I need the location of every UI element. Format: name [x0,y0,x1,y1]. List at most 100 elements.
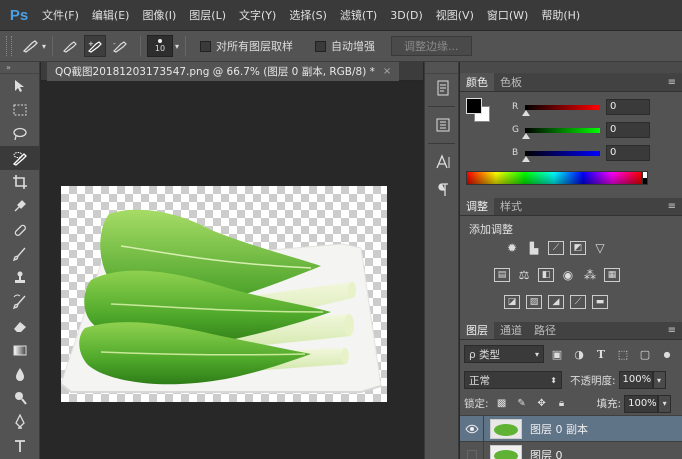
panel-menu-icon[interactable]: ≡ [668,325,676,336]
green-slider-thumb-icon[interactable] [522,133,530,139]
exposure-icon[interactable]: ◩ [570,241,586,255]
foreground-color-swatch[interactable] [466,98,482,114]
panel-menu-icon[interactable]: ≡ [668,77,676,88]
layer-name[interactable]: 图层 0 副本 [530,421,588,437]
menu-layer[interactable]: 图层(L) [189,7,226,23]
marquee-tool-icon[interactable] [0,98,40,122]
opacity-dropdown-icon[interactable]: ▾ [652,371,666,389]
green-slider[interactable] [525,127,600,133]
menu-help[interactable]: 帮助(H) [541,7,580,23]
menu-type[interactable]: 文字(Y) [239,7,276,23]
filter-shape-icon[interactable]: ⬚ [614,345,632,363]
visibility-toggle[interactable] [460,441,484,459]
layer-row[interactable]: 图层 0 副本 [460,415,682,442]
paragraph-panel-icon[interactable] [425,176,460,204]
menu-select[interactable]: 选择(S) [289,7,327,23]
channel-mixer-icon[interactable]: ⁂ [582,268,598,282]
tab-paths[interactable]: 路径 [528,321,562,339]
menu-edit[interactable]: 编辑(E) [92,7,130,23]
lock-transparent-icon[interactable]: ▩ [495,397,509,411]
quick-selection-tool-preset-icon[interactable]: ▾ [22,35,46,57]
black-white-icon[interactable]: ◧ [538,268,554,282]
menu-filter[interactable]: 滤镜(T) [340,7,377,23]
blur-tool-icon[interactable] [0,362,40,386]
refine-edge-button[interactable]: 调整边缘... [391,36,472,56]
gradient-tool-icon[interactable] [0,338,40,362]
selective-color-icon[interactable]: ⟋ [570,295,586,309]
move-tool-icon[interactable] [0,74,40,98]
options-grip[interactable] [6,36,12,56]
crop-tool-icon[interactable] [0,170,40,194]
blue-slider-thumb-icon[interactable] [522,156,530,162]
tab-adjustments[interactable]: 调整 [460,197,494,215]
history-brush-tool-icon[interactable] [0,290,40,314]
posterize-icon[interactable]: ▨ [526,295,542,309]
canvas[interactable] [61,186,387,402]
menu-image[interactable]: 图像(I) [142,7,176,23]
red-slider-thumb-icon[interactable] [522,110,530,116]
filter-toggle-icon[interactable]: ● [658,345,676,363]
layer-name[interactable]: 图层 0 [530,447,563,459]
brush-size-picker[interactable]: 10 [147,35,173,57]
fill-dropdown-icon[interactable]: ▾ [658,394,672,413]
menu-file[interactable]: 文件(F) [42,7,79,23]
red-value-field[interactable]: 0 [606,99,650,115]
red-slider[interactable] [525,104,600,110]
document-tab[interactable]: QQ截图20181203173547.png @ 66.7% (图层 0 副本,… [47,62,400,81]
type-tool-icon[interactable] [0,434,40,458]
eraser-tool-icon[interactable] [0,314,40,338]
tab-layers[interactable]: 图层 [460,321,494,339]
fill-field[interactable]: 100% [624,394,659,413]
tab-styles[interactable]: 样式 [494,197,528,215]
healing-brush-tool-icon[interactable] [0,218,40,242]
tab-channels[interactable]: 通道 [494,321,528,339]
tab-color[interactable]: 颜色 [460,73,494,91]
curves-icon[interactable]: ⟋ [548,241,564,255]
quick-selection-tool-icon[interactable] [0,146,40,170]
layer-type-filter[interactable]: ρ 类型 ▾ [464,345,544,363]
pen-tool-icon[interactable] [0,410,40,434]
history-panel-icon[interactable] [425,74,460,102]
sample-all-layers-checkbox[interactable] [200,40,212,52]
eye-icon[interactable] [460,415,484,442]
character-panel-icon[interactable] [425,148,460,176]
filter-adjustment-icon[interactable]: ◑ [570,345,588,363]
menu-view[interactable]: 视图(V) [436,7,474,23]
color-lookup-icon[interactable]: ▦ [604,268,620,282]
blue-value-field[interactable]: 0 [606,145,650,161]
tab-swatches[interactable]: 色板 [494,73,528,91]
invert-icon[interactable]: ◪ [504,295,520,309]
color-spectrum[interactable] [466,171,642,185]
blend-mode-select[interactable]: 正常 ⬍ [464,371,562,389]
lock-image-icon[interactable]: ✎ [515,397,529,411]
auto-enhance-checkbox[interactable] [315,40,327,52]
vibrance-icon[interactable]: ▽ [592,241,608,255]
toolbox-collapse-icon[interactable]: » [0,62,39,74]
gradient-map-icon[interactable]: ▬ [592,295,608,309]
filter-smart-object-icon[interactable]: ▢ [636,345,654,363]
clone-stamp-tool-icon[interactable] [0,266,40,290]
filter-pixel-icon[interactable]: ▣ [548,345,566,363]
blue-slider[interactable] [525,150,600,156]
lasso-tool-icon[interactable] [0,122,40,146]
lock-all-icon[interactable]: 🔒︎ [555,397,569,411]
opacity-field[interactable]: 100% [618,371,653,389]
threshold-icon[interactable]: ◢ [548,295,564,309]
color-balance-icon[interactable]: ⚖ [516,268,532,282]
brush-size-dropdown-icon[interactable]: ▾ [175,42,179,51]
brush-tool-icon[interactable] [0,242,40,266]
levels-icon[interactable]: ▙ [526,241,542,255]
eyedropper-tool-icon[interactable] [0,194,40,218]
hue-saturation-icon[interactable]: ▤ [494,268,510,282]
panel-menu-icon[interactable]: ≡ [668,201,676,212]
menu-3d[interactable]: 3D(D) [390,9,423,22]
green-value-field[interactable]: 0 [606,122,650,138]
subtract-from-selection-icon[interactable]: - [109,35,131,57]
new-selection-icon[interactable] [59,35,81,57]
menu-window[interactable]: 窗口(W) [487,7,528,23]
filter-type-icon[interactable]: T [592,345,610,363]
add-to-selection-icon[interactable]: + [84,35,106,57]
layer-row[interactable]: 图层 0 [460,441,682,459]
photo-filter-icon[interactable]: ◉ [560,268,576,282]
brightness-contrast-icon[interactable]: ✹ [504,241,520,255]
